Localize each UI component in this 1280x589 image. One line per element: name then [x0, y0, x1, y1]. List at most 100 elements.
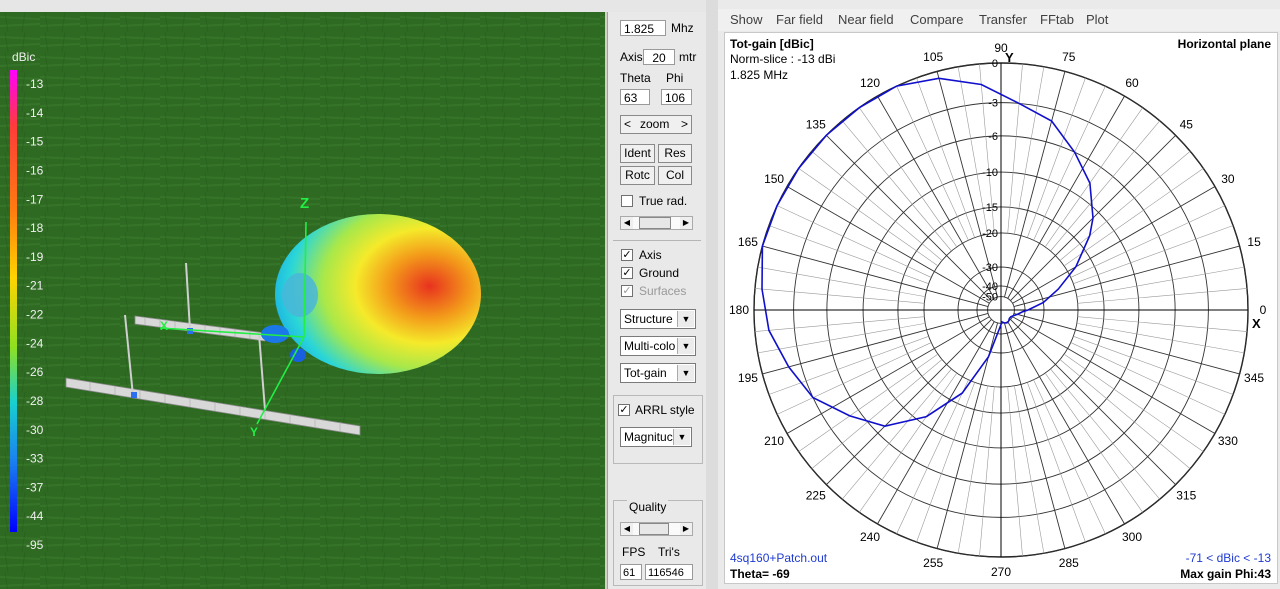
spoke — [826, 319, 992, 485]
spoke — [811, 151, 943, 261]
control-panel: 1.825 Mhz Axis 20 mtr Theta Phi 63 106 <… — [607, 12, 707, 589]
angle-label: 45 — [1180, 118, 1194, 132]
axis-length-input[interactable]: 20 — [643, 49, 675, 65]
radial-label: -15 — [982, 202, 998, 214]
col-button[interactable]: Col — [658, 166, 692, 185]
angle-label: 225 — [806, 488, 826, 502]
axis-length-unit: mtr — [679, 50, 697, 64]
scale-label: -30 — [26, 423, 44, 437]
slider-right-arrow[interactable]: ▶ — [680, 217, 692, 229]
menu-show[interactable]: Show — [730, 12, 763, 27]
quality-slider[interactable]: ◀ ▶ — [620, 522, 693, 536]
scale-label: -15 — [26, 135, 44, 149]
phi-input[interactable]: 106 — [661, 89, 692, 105]
spoke — [1014, 385, 1045, 554]
radial-label: -20 — [982, 228, 998, 240]
spoke — [842, 368, 952, 500]
ground-checkbox[interactable]: ✓ — [621, 267, 633, 279]
axis-check-label: Axis — [639, 248, 662, 262]
spoke — [1063, 168, 1204, 267]
z-axis-label: Z — [300, 195, 309, 212]
radial-label: -10 — [982, 167, 998, 179]
angle-label: 60 — [1125, 76, 1139, 90]
spoke — [1044, 372, 1143, 513]
radial-label: -6 — [988, 131, 998, 143]
ident-button[interactable]: Ident — [620, 144, 655, 163]
theta-input[interactable]: 63 — [620, 89, 650, 105]
slider-left-arrow[interactable]: ◀ — [621, 217, 633, 229]
scale-label: -13 — [26, 77, 44, 91]
color-scale-bar — [10, 70, 17, 532]
spoke — [1014, 66, 1045, 235]
gain-type-dropdown[interactable]: Tot-gain ▼ — [620, 363, 696, 383]
structure-dropdown[interactable]: Structure ▼ — [620, 309, 696, 329]
frequency-input[interactable]: 1.825 — [620, 20, 666, 36]
x-axis-label: X — [160, 319, 168, 333]
surfaces-label: Surfaces — [639, 284, 687, 298]
y-axis-label: Y — [250, 425, 258, 439]
theta-label: Theta — [620, 71, 651, 85]
scale-label: -18 — [26, 221, 44, 235]
menu-fftab[interactable]: FFtab — [1040, 12, 1074, 27]
tris-value: 116546 — [645, 564, 693, 580]
axis-checkbox[interactable]: ✓ — [621, 249, 633, 261]
menu-far-field[interactable]: Far field — [776, 12, 823, 27]
true-rad-slider[interactable]: ◀ ▶ — [620, 216, 693, 230]
zoom-out-button[interactable]: < — [624, 116, 631, 133]
spoke — [1044, 107, 1143, 248]
menu-near-field[interactable]: Near field — [838, 12, 894, 27]
slider-right-arrow[interactable]: ▶ — [680, 523, 692, 535]
spoke — [826, 135, 992, 301]
rotc-button[interactable]: Rotc — [620, 166, 655, 185]
fps-label: FPS — [622, 545, 646, 559]
zoom-control: < zoom > — [620, 115, 692, 134]
angle-label: 30 — [1221, 172, 1235, 186]
angle-label: 210 — [764, 434, 784, 448]
spoke — [757, 323, 926, 354]
dropdown-arrow-icon[interactable]: ▼ — [677, 338, 694, 354]
structure-dropdown-value: Structure — [624, 312, 673, 326]
scale-unit-label: dBic — [12, 50, 35, 64]
scale-label: -22 — [26, 308, 44, 322]
scale-label: -95 — [26, 538, 44, 552]
window-splitter[interactable] — [706, 0, 718, 589]
ground-label: Ground — [639, 266, 680, 280]
axis-length-label: Axis — [620, 50, 643, 64]
menu-compare[interactable]: Compare — [910, 12, 963, 27]
true-rad-checkbox[interactable] — [621, 195, 633, 207]
scale-label: -28 — [26, 394, 44, 408]
plot-frequency: 1.825 MHz — [730, 68, 789, 82]
zoom-in-button[interactable]: > — [681, 116, 688, 133]
spoke — [1059, 359, 1191, 469]
slider-thumb[interactable] — [639, 217, 671, 229]
color-mode-dropdown[interactable]: Multi-colo ▼ — [620, 336, 696, 356]
magnitude-dropdown[interactable]: Magnituc ▼ — [620, 427, 692, 447]
spoke — [842, 120, 952, 252]
angle-label: 105 — [923, 50, 943, 64]
res-button[interactable]: Res — [658, 144, 692, 163]
magnitude-dropdown-value: Magnituc — [624, 430, 673, 444]
menu-plot[interactable]: Plot — [1086, 12, 1108, 27]
norm-slice-text: Norm-slice : -13 dBi — [730, 52, 836, 66]
scale-label: -26 — [26, 365, 44, 379]
slider-left-arrow[interactable]: ◀ — [621, 523, 633, 535]
3d-viewport[interactable]: dBic -13 -14 -15 -16 -17 -18 -19 -21 -22 -24 -26 -2… — [0, 12, 605, 589]
arrl-style-label: ARRL style — [635, 403, 695, 417]
scale-label: -33 — [26, 452, 44, 466]
polar-plot-area[interactable]: 0 15 30 45 60 75 90 105 120 135 150 165 180 195 210 225… — [724, 32, 1278, 584]
3d-scene[interactable]: dBic -13 -14 -15 -16 -17 -18 -19 -21 -22 -24 -26 -2… — [0, 12, 605, 589]
dropdown-arrow-icon[interactable]: ▼ — [677, 365, 694, 381]
dropdown-arrow-icon[interactable]: ▼ — [673, 429, 690, 445]
slider-thumb[interactable] — [639, 523, 669, 535]
angle-label: 165 — [738, 235, 758, 249]
true-rad-label: True rad. — [639, 194, 688, 208]
surfaces-checkbox[interactable]: ✓ — [621, 285, 633, 297]
spoke — [798, 168, 939, 267]
dropdown-arrow-icon[interactable]: ▼ — [677, 311, 694, 327]
menu-transfer[interactable]: Transfer — [979, 12, 1027, 27]
angle-label: 270 — [991, 565, 1011, 579]
spoke — [859, 372, 958, 513]
gain-type-dropdown-value: Tot-gain — [624, 366, 667, 380]
angle-label: 345 — [1244, 371, 1264, 385]
arrl-style-checkbox[interactable]: ✓ — [618, 404, 630, 416]
